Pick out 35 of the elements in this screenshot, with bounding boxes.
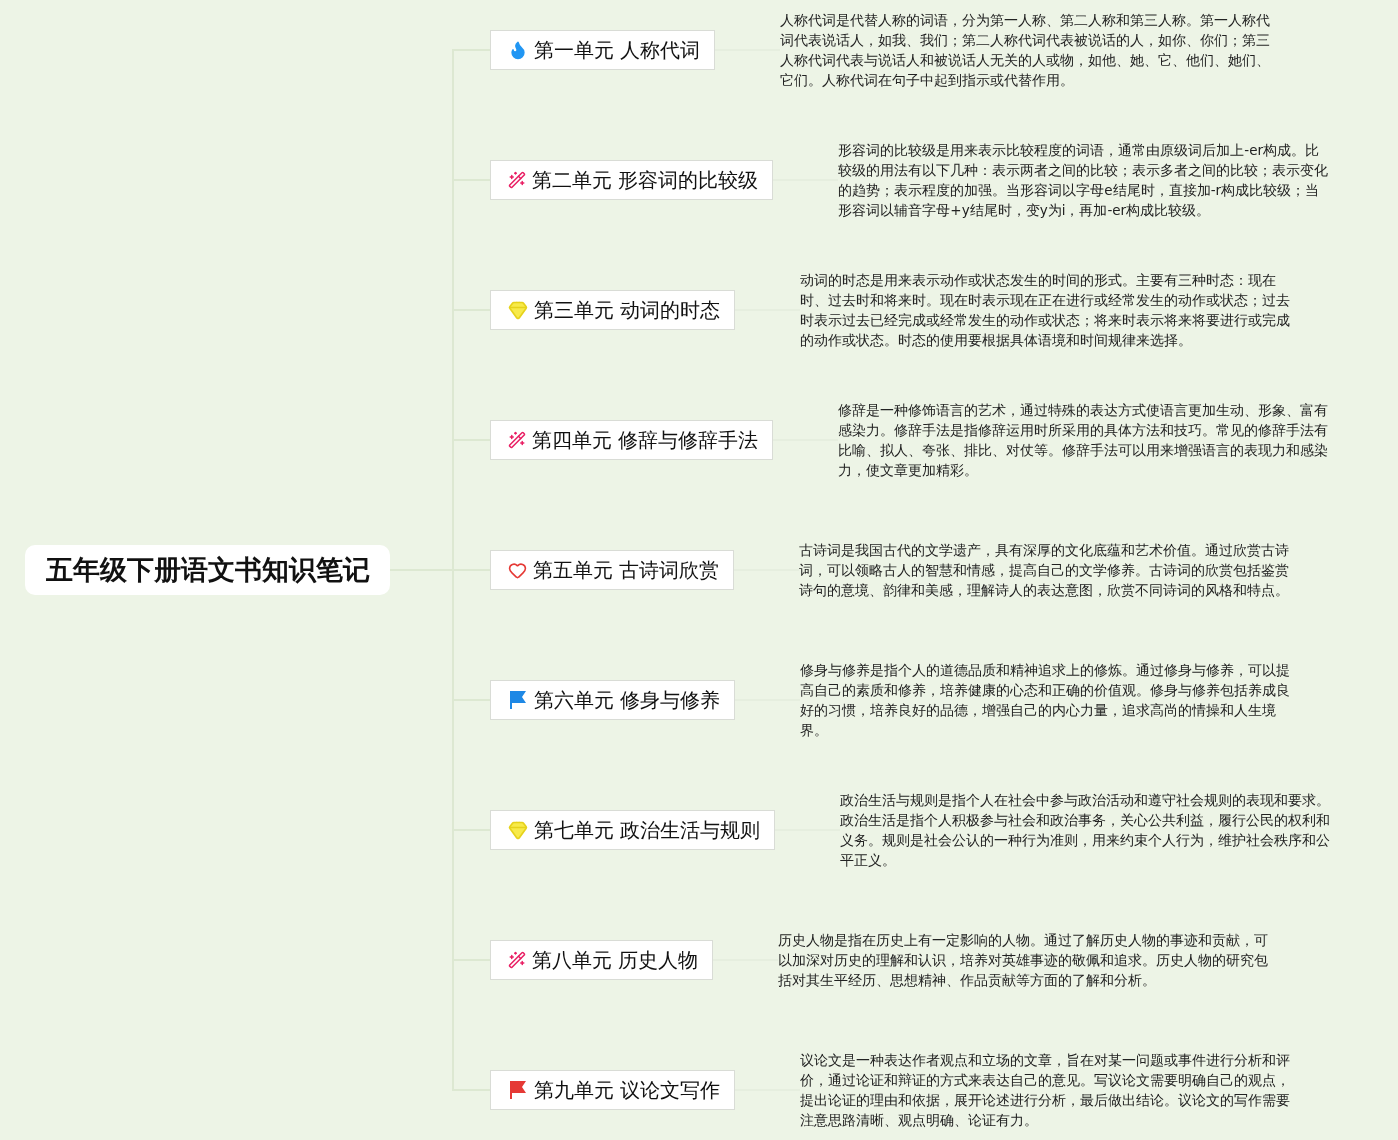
magic-wand-icon <box>508 431 526 449</box>
topic-node[interactable]: 第一单元 人称代词 <box>490 30 716 70</box>
topic-node[interactable]: 第八单元 历史人物 <box>490 940 714 980</box>
topic-label: 第七单元 政治生活与规则 <box>534 817 761 844</box>
root-topic[interactable]: 五年级下册语文书知识笔记 <box>25 545 390 595</box>
topic-node[interactable]: 第四单元 修辞与修辞手法 <box>490 420 774 460</box>
magic-wand-icon <box>508 951 526 969</box>
topic-node[interactable]: 第二单元 形容词的比较级 <box>490 160 774 200</box>
topic-node[interactable]: 第六单元 修身与修养 <box>490 680 736 720</box>
note-text: 议论文是一种表达作者观点和立场的文章，旨在对某一问题或事件进行分析和评价，通过论证和辩证的方式来表达自己的意见。写议论文需要明确自己的观点，提出论证的理由和依据，展开论述进行分析，最后做出结论。议论文的写作需要注意思路清晰、观点明确、论证有力。 <box>800 1051 1292 1130</box>
flame-icon <box>508 40 528 60</box>
note-text: 修辞是一种修饰语言的艺术，通过特殊的表达方式使语言更加生动、形象、富有感染力。修辞手法是指修辞运用时所采用的具体方法和技巧。常见的修辞手法有比喻、拟人、夸张、排比、对仗等。修辞手法可以用来增强语言的表现力和感染力，使文章更加精彩。 <box>838 401 1330 480</box>
topic-node[interactable]: 第七单元 政治生活与规则 <box>490 810 776 850</box>
note-text: 政治生活与规则是指个人在社会中参与政治活动和遵守社会规则的表现和要求。政治生活是指个人积极参与社会和政治事务，关心公共利益，履行公民的权利和义务。规则是社会公认的一种行为准则，用来约束个人行为，维护社会秩序和公平正义。 <box>840 791 1332 870</box>
note-text: 古诗词是我国古代的文学遗产，具有深厚的文化底蕴和艺术价值。通过欣赏古诗词，可以领略古人的智慧和情感，提高自己的文学修养。古诗词的欣赏包括鉴赏诗句的意境、韵律和美感，理解诗人的表达意图，欣赏不同诗词的风格和特点。 <box>799 541 1291 600</box>
note-text: 动词的时态是用来表示动作或状态发生的时间的形式。主要有三种时态：现在时、过去时和将来时。现在时表示现在正在进行或经常发生的动作或状态；过去时表示过去已经完成或经常发生的动作或状态；将来时表示将来将要进行或完成的动作或状态。时态的使用要根据具体语境和时间规律来选择。 <box>800 271 1292 350</box>
diamond-icon <box>508 820 528 840</box>
topic-node[interactable]: 第三单元 动词的时态 <box>490 290 736 330</box>
topic-label: 第六单元 修身与修养 <box>534 687 721 714</box>
topic-label: 第四单元 修辞与修辞手法 <box>532 427 759 454</box>
topic-label: 第三单元 动词的时态 <box>534 297 721 324</box>
topic-label: 第二单元 形容词的比较级 <box>532 167 759 194</box>
note-text: 人称代词是代替人称的词语，分为第一人称、第二人称和第三人称。第一人称代词代表说话人，如我、我们；第二人称代词代表被说话的人，如你、你们；第三人称代词代表与说话人和被说话人无关的人或物，如他、她、它、他们、她们、它们。人称代词在句子中起到指示或代替作用。 <box>780 11 1272 90</box>
magic-wand-icon <box>508 171 526 189</box>
topic-node[interactable]: 第九单元 议论文写作 <box>490 1070 736 1110</box>
topic-label: 第九单元 议论文写作 <box>534 1077 721 1104</box>
topic-label: 第五单元 古诗词欣赏 <box>533 557 720 584</box>
heart-icon <box>508 560 527 580</box>
topic-node[interactable]: 第五单元 古诗词欣赏 <box>490 550 735 590</box>
topic-label: 第一单元 人称代词 <box>534 37 701 64</box>
diamond-icon <box>508 300 528 320</box>
note-text: 历史人物是指在历史上有一定影响的人物。通过了解历史人物的事迹和贡献，可以加深对历史的理解和认识，培养对英雄事迹的敬佩和追求。历史人物的研究包括对其生平经历、思想精神、作品贡献等方面的了解和分析。 <box>778 931 1270 990</box>
note-text: 形容词的比较级是用来表示比较程度的词语，通常由原级词后加上-er构成。比较级的用法有以下几种：表示两者之间的比较；表示多者之间的比较；表示变化的趋势；表示程度的加强。当形容词以字母e结尾时，直接加-r构成比较级；当形容词以辅音字母+y结尾时，变y为i，再加-er构成比较级。 <box>838 141 1330 220</box>
note-text: 修身与修养是指个人的道德品质和精神追求上的修炼。通过修身与修养，可以提高自己的素质和修养，培养健康的心态和正确的价值观。修身与修养包括养成良好的习惯，培养良好的品德，增强自己的内心力量，追求高尚的情操和人生境界。 <box>800 661 1292 740</box>
topic-label: 第八单元 历史人物 <box>532 947 699 974</box>
